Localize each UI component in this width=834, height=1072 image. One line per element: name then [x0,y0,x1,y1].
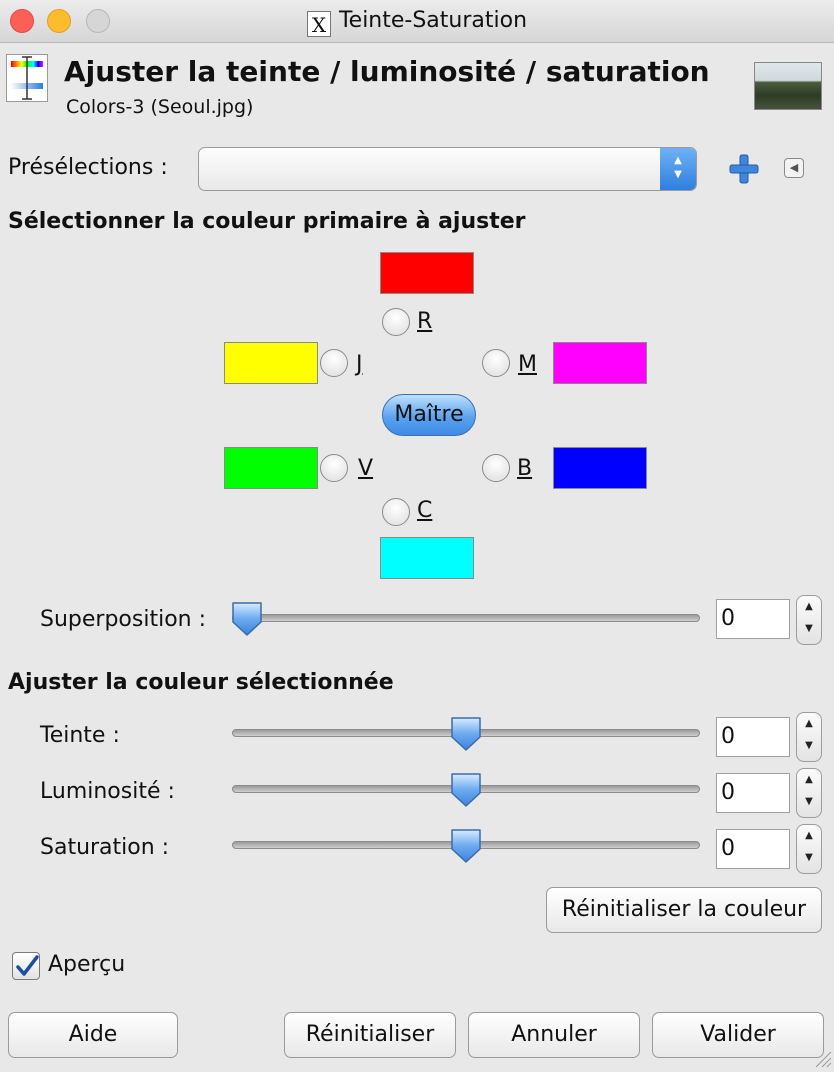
overlap-label: Superposition : [40,607,206,632]
ok-button[interactable]: Valider [652,1012,824,1058]
blue-swatch [553,447,647,489]
preset-menu-icon[interactable]: ◀ [784,158,804,178]
window-title-area: X Teinte-Saturation [0,6,834,37]
overlap-value-field[interactable]: 0 [716,599,790,639]
preview-label: Aperçu [48,952,126,977]
cyan-swatch [380,537,474,579]
yellow-swatch [224,342,318,384]
overlap-slider-track[interactable] [232,614,700,622]
overlap-spin-buttons[interactable]: ▲ ▼ [796,595,822,645]
adjust-section-heading: Ajuster la couleur sélectionnée [8,670,394,695]
resize-grip-icon[interactable] [812,1048,832,1068]
lightness-value-field[interactable]: 0 [716,773,790,813]
hue-slider-thumb[interactable] [449,715,483,753]
add-preset-icon[interactable] [727,152,761,186]
dialog-heading: Ajuster la teinte / luminosité / saturat… [64,55,710,88]
green-radio[interactable] [320,454,348,482]
magenta-label: M [518,352,537,377]
preview-checkbox[interactable] [12,952,40,980]
presets-combo[interactable] [198,147,697,191]
saturation-spin-buttons[interactable]: ▲ ▼ [796,824,822,874]
hue-label: Teinte : [40,723,120,748]
saturation-slider-thumb[interactable] [449,827,483,865]
red-radio[interactable] [382,308,410,336]
blue-label: B [517,456,533,481]
hue-saturation-icon [6,54,48,102]
reset-button[interactable]: Réinitialiser [284,1012,456,1058]
magenta-radio[interactable] [482,349,510,377]
checkmark-icon [16,955,39,976]
dialog-subheading: Colors-3 (Seoul.jpg) [66,96,254,118]
green-swatch [224,447,318,489]
yellow-radio[interactable] [320,349,348,377]
yellow-label: J [356,352,363,377]
green-label: V [358,456,374,481]
presets-label: Présélections : [8,155,168,180]
x11-icon: X [306,11,331,37]
red-label: R [417,309,433,334]
cyan-label: C [417,498,433,523]
image-thumbnail [754,62,822,110]
cyan-radio[interactable] [382,498,410,526]
blue-radio[interactable] [482,454,510,482]
lightness-slider-thumb[interactable] [449,771,483,809]
reset-color-button[interactable]: Réinitialiser la couleur [546,887,822,933]
magenta-swatch [553,342,647,384]
master-button-label: Maître [394,402,464,427]
hue-value-field[interactable]: 0 [716,717,790,757]
saturation-label: Saturation : [40,835,170,860]
help-button[interactable]: Aide [8,1012,178,1058]
cancel-button[interactable]: Annuler [468,1012,640,1058]
lightness-spin-buttons[interactable]: ▲ ▼ [796,768,822,818]
master-button[interactable]: Maître [382,394,476,436]
window-title: Teinte-Saturation [338,8,528,33]
presets-dropdown-arrows-icon[interactable]: ▲ ▼ [660,148,696,190]
primary-section-heading: Sélectionner la couleur primaire à ajust… [8,209,526,234]
saturation-value-field[interactable]: 0 [716,829,790,869]
red-swatch [380,252,474,294]
overlap-slider-thumb[interactable] [230,600,264,638]
hue-spin-buttons[interactable]: ▲ ▼ [796,712,822,762]
lightness-label: Luminosité : [40,779,175,804]
